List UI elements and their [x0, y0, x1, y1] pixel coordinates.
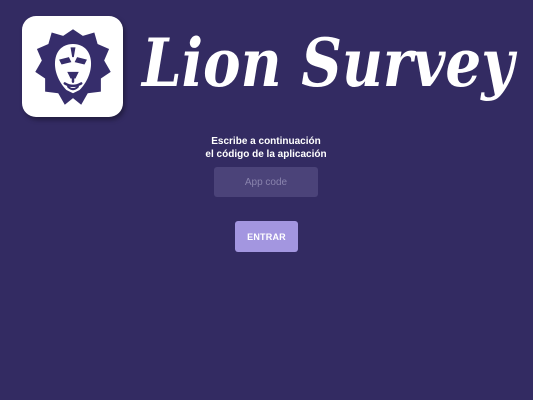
app-wordmark: Lion Survey: [140, 24, 518, 102]
app-code-input[interactable]: [214, 167, 318, 197]
instructions: Escribe a continuación el código de la a…: [166, 135, 366, 161]
app-logo: [22, 16, 123, 117]
app-name: Lion Survey: [140, 24, 518, 102]
instructions-line-1: Escribe a continuación: [211, 136, 321, 147]
lion-head-icon: [34, 28, 111, 105]
enter-button[interactable]: ENTRAR: [235, 221, 298, 252]
instructions-line-2: el código de la aplicación: [205, 149, 327, 160]
